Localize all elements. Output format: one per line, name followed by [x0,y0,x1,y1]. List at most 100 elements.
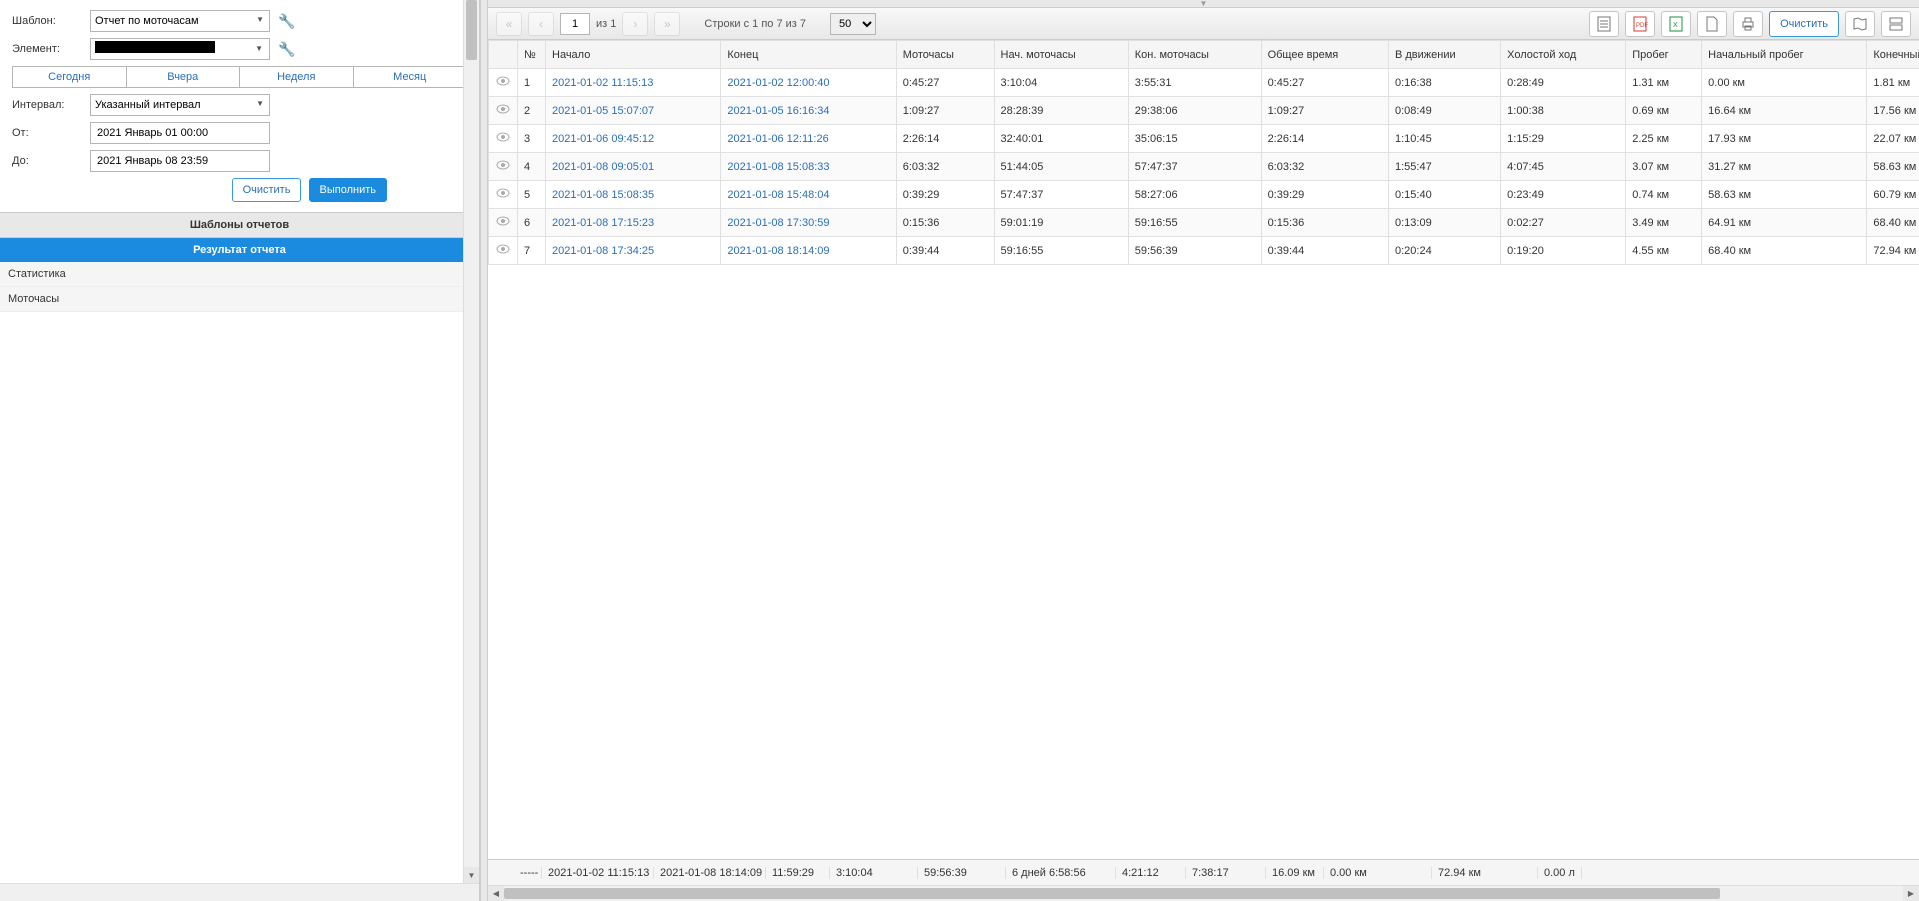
cell-end[interactable]: 2021-01-05 16:16:34 [721,97,896,125]
template-select[interactable]: Отчет по моточасам [90,10,270,32]
to-label: До: [12,155,90,167]
cell-start[interactable]: 2021-01-08 17:34:25 [546,237,721,265]
col-header[interactable]: Пробег [1626,41,1702,69]
left-scrollbar[interactable]: ▼ [463,0,479,883]
print-icon[interactable] [1733,11,1763,37]
footer-dash: ----- [514,867,542,879]
table-row[interactable]: 52021-01-08 15:08:352021-01-08 15:48:040… [489,181,1919,209]
clear-report-button[interactable]: Очистить [1769,11,1839,37]
cell-move: 0:16:38 [1389,69,1501,97]
page-size-select[interactable]: 50 [830,13,876,35]
clear-button[interactable]: Очистить [232,178,302,202]
cell-start[interactable]: 2021-01-05 15:07:07 [546,97,721,125]
file-icon[interactable] [1697,11,1727,37]
cell-total: 0:39:44 [1261,237,1388,265]
scrollbar-thumb[interactable] [466,0,477,60]
col-header[interactable]: Холостой ход [1501,41,1626,69]
map-icon[interactable] [1845,11,1875,37]
cell-start[interactable]: 2021-01-06 09:45:12 [546,125,721,153]
col-header[interactable]: Начало [546,41,721,69]
yesterday-button[interactable]: Вчера [127,66,241,88]
table-row[interactable]: 62021-01-08 17:15:232021-01-08 17:30:590… [489,209,1919,237]
table-row[interactable]: 12021-01-02 11:15:132021-01-02 12:00:400… [489,69,1919,97]
cell-start[interactable]: 2021-01-08 09:05:01 [546,153,721,181]
layout-icon[interactable] [1881,11,1911,37]
cell-mh: 0:45:27 [896,69,994,97]
execute-button[interactable]: Выполнить [309,178,387,202]
from-input[interactable] [90,122,270,144]
result-header[interactable]: Результат отчета [0,238,479,262]
table-row[interactable]: 22021-01-05 15:07:072021-01-05 16:16:341… [489,97,1919,125]
cell-start[interactable]: 2021-01-08 15:08:35 [546,181,721,209]
excel-icon[interactable]: X [1661,11,1691,37]
cell-mh: 2:26:14 [896,125,994,153]
cell-end[interactable]: 2021-01-08 15:48:04 [721,181,896,209]
report-icon[interactable] [1589,11,1619,37]
col-header[interactable]: Моточасы [896,41,994,69]
cell-end[interactable]: 2021-01-02 12:00:40 [721,69,896,97]
cell-move: 0:15:40 [1389,181,1501,209]
interval-select[interactable]: Указанный интервал [90,94,270,116]
eye-icon[interactable] [489,237,518,265]
col-header[interactable]: Начальный пробег [1702,41,1867,69]
footer-idle: 7:38:17 [1186,867,1266,879]
page-of-label: из 1 [596,18,616,30]
cell-end[interactable]: 2021-01-08 18:14:09 [721,237,896,265]
cell-idle: 0:28:49 [1501,69,1626,97]
footer-end: 2021-01-08 18:14:09 [654,867,766,879]
cell-start[interactable]: 2021-01-02 11:15:13 [546,69,721,97]
element-select[interactable] [90,38,270,60]
to-input[interactable] [90,150,270,172]
horizontal-splitter[interactable]: ▼ [488,0,1919,8]
cell-mh_s: 32:40:01 [994,125,1128,153]
eye-icon[interactable] [489,153,518,181]
col-header[interactable]: Конец [721,41,896,69]
col-header[interactable]: Конечный пробег [1867,41,1919,69]
cell-move: 0:20:24 [1389,237,1501,265]
table-row[interactable]: 72021-01-08 17:34:252021-01-08 18:14:090… [489,237,1919,265]
col-header[interactable]: Нач. моточасы [994,41,1128,69]
templates-header[interactable]: Шаблоны отчетов [0,212,479,238]
cell-end[interactable]: 2021-01-08 17:30:59 [721,209,896,237]
cell-n: 6 [518,209,546,237]
interval-label: Интервал: [12,99,90,111]
quick-interval-group: Сегодня Вчера Неделя Месяц [12,66,467,88]
month-button[interactable]: Месяц [354,66,468,88]
cell-mh: 0:15:36 [896,209,994,237]
col-header[interactable]: В движении [1389,41,1501,69]
cell-d_e: 72.94 км [1867,237,1919,265]
hscroll-thumb[interactable] [504,888,1720,899]
eye-icon[interactable] [489,181,518,209]
svg-text:X: X [1673,22,1678,29]
cell-start[interactable]: 2021-01-08 17:15:23 [546,209,721,237]
scroll-left-icon[interactable]: ◀ [488,886,504,901]
table-row[interactable]: 32021-01-06 09:45:122021-01-06 12:11:262… [489,125,1919,153]
cell-end[interactable]: 2021-01-06 12:11:26 [721,125,896,153]
horizontal-scrollbar[interactable]: ◀ ▶ [488,885,1919,901]
scroll-right-icon[interactable]: ▶ [1903,886,1919,901]
sidebar-item-motohours[interactable]: Моточасы [0,287,479,312]
col-header[interactable]: № [518,41,546,69]
eye-icon[interactable] [489,97,518,125]
footer-total: 6 дней 6:58:56 [1006,867,1116,879]
pdf-icon[interactable]: PDF [1625,11,1655,37]
first-page-icon: « [496,12,522,36]
cell-mh_s: 3:10:04 [994,69,1128,97]
col-header[interactable]: Общее время [1261,41,1388,69]
eye-icon[interactable] [489,125,518,153]
wrench-icon[interactable]: 🔧 [278,13,295,30]
cell-end[interactable]: 2021-01-08 15:08:33 [721,153,896,181]
page-input[interactable] [560,13,590,35]
scroll-down-icon[interactable]: ▼ [464,867,479,883]
element-label: Элемент: [12,43,90,55]
week-button[interactable]: Неделя [240,66,354,88]
table-row[interactable]: 42021-01-08 09:05:012021-01-08 15:08:336… [489,153,1919,181]
eye-icon[interactable] [489,69,518,97]
cell-d_e: 22.07 км [1867,125,1919,153]
eye-icon[interactable] [489,209,518,237]
col-header[interactable]: Кон. моточасы [1128,41,1261,69]
vertical-splitter[interactable] [480,0,488,901]
today-button[interactable]: Сегодня [12,66,127,88]
sidebar-item-stats[interactable]: Статистика [0,262,479,287]
wrench-icon[interactable]: 🔧 [278,41,295,58]
